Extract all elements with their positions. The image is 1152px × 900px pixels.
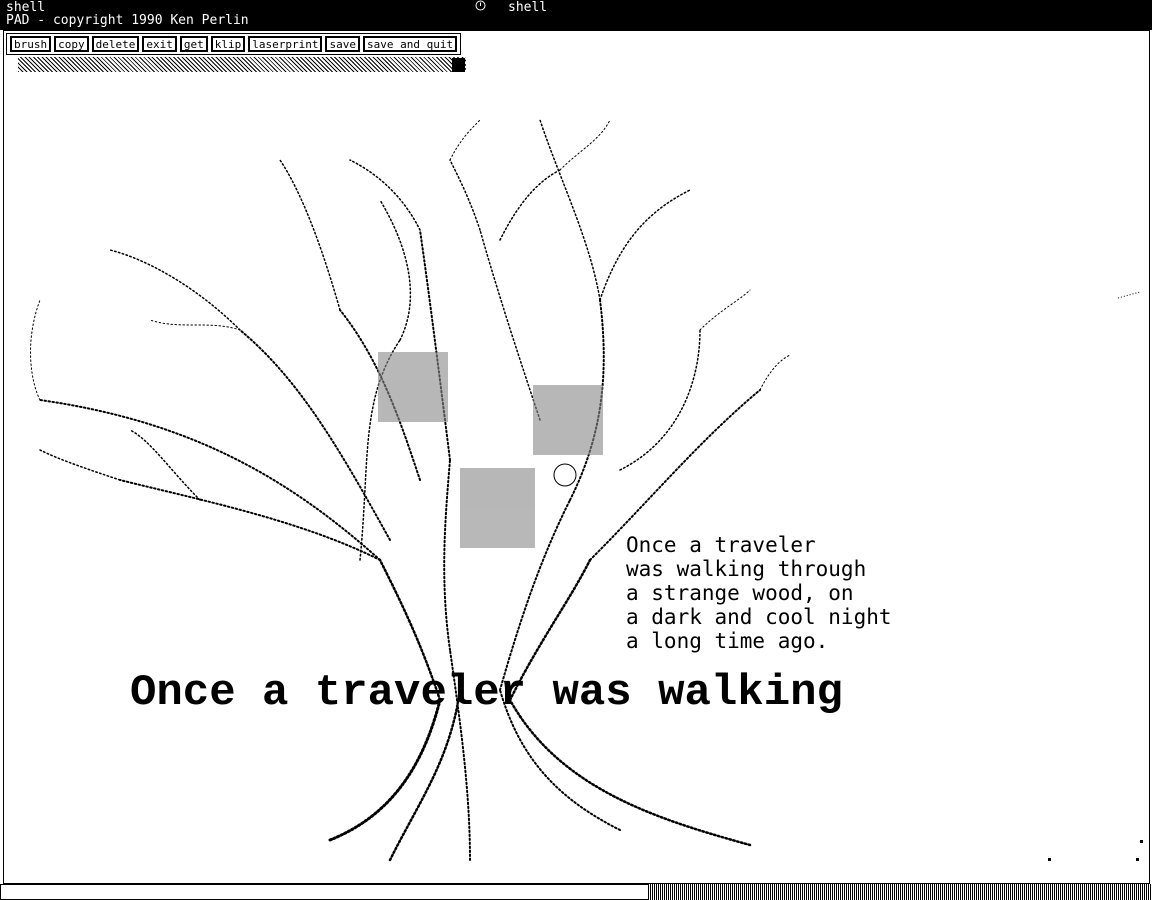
poem-line: was walking through	[626, 557, 867, 581]
headline-text[interactable]: Once a traveler was walking	[130, 668, 843, 718]
poem-line: a strange wood, on	[626, 581, 854, 605]
menu-bar: brush copy delete exit get klip laserpri…	[6, 33, 462, 55]
tree-drawing	[30, 119, 1141, 862]
klip-button[interactable]: klip	[210, 36, 246, 52]
canvas-dot	[1048, 858, 1051, 861]
delete-button[interactable]: delete	[91, 36, 140, 52]
laserprint-button[interactable]: laserprint	[248, 36, 323, 52]
canvas-dot	[1136, 858, 1139, 861]
brush-button[interactable]: brush	[10, 36, 52, 52]
save-button[interactable]: save	[325, 36, 360, 52]
poem-text-block[interactable]: Once a traveler was walking through a st…	[626, 533, 892, 653]
save-and-quit-button[interactable]: save and quit	[362, 36, 458, 52]
copy-button[interactable]: copy	[54, 36, 89, 52]
get-button[interactable]: get	[179, 36, 208, 52]
menu-shadow	[18, 57, 466, 72]
exit-button[interactable]: exit	[142, 36, 177, 52]
bottom-status-bar	[0, 884, 650, 900]
poem-line: a dark and cool night	[626, 605, 892, 629]
poem-line: a long time ago.	[626, 629, 829, 653]
canvas-dot	[1140, 840, 1143, 843]
poem-line: Once a traveler	[626, 533, 816, 557]
bottom-pattern	[648, 884, 1152, 900]
menu-shadow-corner	[452, 58, 465, 72]
